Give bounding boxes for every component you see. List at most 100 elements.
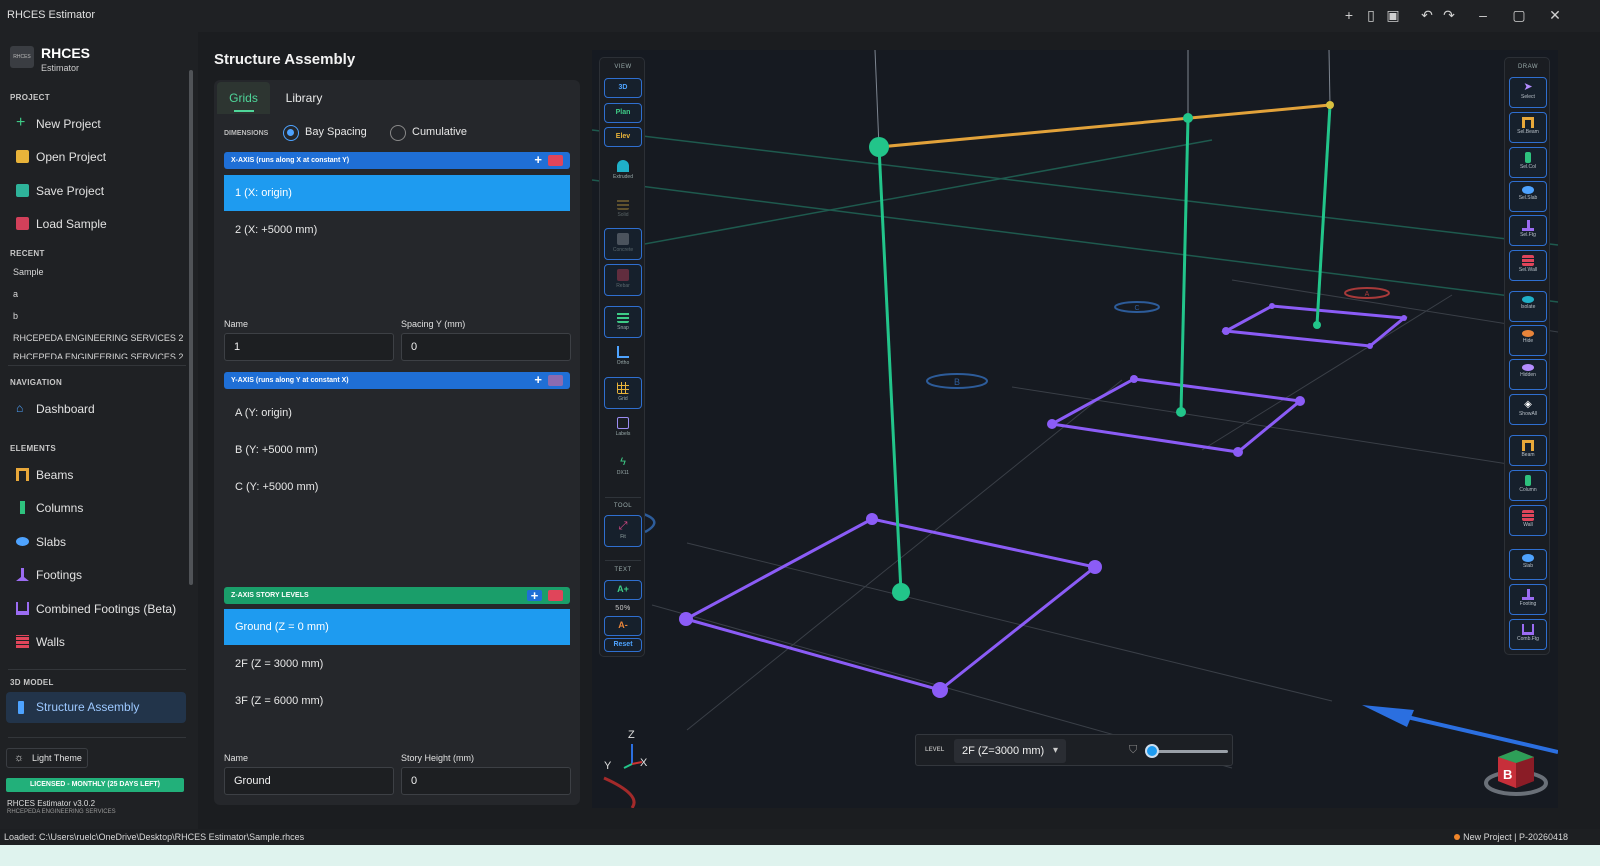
sidebar-item-columns[interactable]: Columns xyxy=(12,495,190,521)
columns[interactable] xyxy=(877,104,1332,593)
level-slider-handle[interactable] xyxy=(1145,744,1159,758)
tab-grids[interactable]: Grids xyxy=(217,82,270,114)
story-row[interactable]: 3F (Z = 6000 mm) xyxy=(224,683,570,719)
recent-item[interactable]: b xyxy=(13,311,183,321)
recent-item[interactable]: Sample xyxy=(13,267,183,277)
button-label: Select xyxy=(1521,94,1535,100)
recent-item[interactable]: RHCEPEDA ENGINEERING SERVICES 2-... xyxy=(13,333,183,343)
filter-icon[interactable]: ⛉ xyxy=(1129,744,1137,757)
draw-wall-button[interactable]: Wall xyxy=(1509,505,1547,536)
y-grid-row[interactable]: A (Y: origin) xyxy=(224,395,570,431)
y-grid-row[interactable]: C (Y: +5000 mm) xyxy=(224,469,570,505)
concrete-toggle[interactable]: Concrete xyxy=(604,228,642,260)
minimize-icon[interactable]: – xyxy=(1474,6,1492,24)
draw-combined-footing-button[interactable]: Comb.Ftg xyxy=(1509,619,1547,650)
sidebar-item-structure-assembly[interactable]: Structure Assembly xyxy=(6,692,186,723)
navigation-cube[interactable]: B xyxy=(1484,750,1548,796)
x-name-field[interactable]: 1 xyxy=(224,333,394,361)
recent-item[interactable]: RHCEPEDA ENGINEERING SERVICES 2... xyxy=(13,352,183,359)
ortho-toggle[interactable]: Ortho xyxy=(604,342,642,374)
story-name-field[interactable]: Ground xyxy=(224,767,394,795)
text-decrease-button[interactable]: A- xyxy=(604,616,642,636)
save-icon[interactable]: ▣ xyxy=(1384,6,1402,24)
hide-button[interactable]: Hide xyxy=(1509,325,1547,356)
extruded-toggle[interactable]: Extruded xyxy=(604,156,642,188)
select-column-button[interactable]: Sel.Col xyxy=(1509,147,1547,178)
recent-item[interactable]: a xyxy=(13,289,183,299)
sidebar-item-load-sample[interactable]: Load Sample xyxy=(12,211,190,237)
x-grid-row[interactable]: 1 (X: origin) xyxy=(224,175,570,211)
hidden-button[interactable]: Hidden xyxy=(1509,359,1547,390)
sidebar-item-dashboard[interactable]: ⌂ Dashboard xyxy=(12,396,190,422)
footings[interactable] xyxy=(682,304,1408,692)
select-button[interactable]: ➤ Select xyxy=(1509,77,1547,108)
sidebar-item-footings[interactable]: Footings xyxy=(12,562,190,588)
fit-button[interactable]: ⤢ Fit xyxy=(604,515,642,547)
view-plan-button[interactable]: Plan xyxy=(604,103,642,123)
3d-viewport[interactable]: B C A Z X Y B xyxy=(592,50,1558,808)
text-reset-button[interactable]: Reset xyxy=(604,638,642,652)
labels-toggle[interactable]: Labels xyxy=(604,413,642,445)
new-file-icon[interactable]: ▯ xyxy=(1362,6,1380,24)
dx11-toggle[interactable]: ϟ DX11 xyxy=(604,452,642,484)
view-3d-button[interactable]: 3D xyxy=(604,78,642,98)
select-footing-button[interactable]: Sel.Ftg xyxy=(1509,215,1547,246)
y-grid-row[interactable]: B (Y: +5000 mm) xyxy=(224,432,570,468)
isolate-button[interactable]: Isolate xyxy=(1509,291,1547,322)
nav-cube-face: B xyxy=(1503,767,1512,782)
sidebar-scrollbar[interactable] xyxy=(189,70,193,585)
sidebar-item-combined-footings[interactable]: Combined Footings (Beta) xyxy=(12,596,190,622)
show-all-button[interactable]: ◈ ShowAll xyxy=(1509,394,1547,425)
snap-toggle[interactable]: Snap xyxy=(604,306,642,338)
story-row[interactable]: Ground (Z = 0 mm) xyxy=(224,609,570,645)
add-y-grid-button[interactable]: + xyxy=(534,372,542,388)
model-canvas[interactable]: B C A Z X Y B xyxy=(592,50,1558,808)
draw-column-button[interactable]: Column xyxy=(1509,470,1547,501)
level-slider-track[interactable] xyxy=(1148,750,1228,753)
add-x-grid-button[interactable]: + xyxy=(534,152,542,168)
draw-footing-button[interactable]: Footing xyxy=(1509,584,1547,615)
brand-subtitle: Estimator xyxy=(41,63,80,73)
select-wall-button[interactable]: Sel.Wall xyxy=(1509,250,1547,281)
sidebar-item-save-project[interactable]: Save Project xyxy=(12,178,190,204)
sidebar-item-beams[interactable]: Beams xyxy=(12,462,190,488)
sidebar-item-new-project[interactable]: + New Project xyxy=(12,111,190,137)
draw-beam-button[interactable]: Beam xyxy=(1509,435,1547,466)
delete-x-grid-button[interactable] xyxy=(548,155,563,166)
level-dropdown[interactable]: 2F (Z=3000 mm) xyxy=(954,739,1066,763)
maximize-icon[interactable]: ▢ xyxy=(1510,6,1528,24)
light-theme-button[interactable]: ☼ Light Theme xyxy=(6,748,88,768)
sidebar-item-open-project[interactable]: Open Project xyxy=(12,144,190,170)
story-row[interactable]: 2F (Z = 3000 mm) xyxy=(224,646,570,682)
view-elev-button[interactable]: Elev xyxy=(604,127,642,147)
tab-library[interactable]: Library xyxy=(274,82,334,114)
delete-story-button[interactable] xyxy=(548,590,563,601)
text-increase-button[interactable]: A+ xyxy=(604,580,642,600)
sidebar-item-walls[interactable]: Walls xyxy=(12,629,190,655)
vertical-guides xyxy=(874,50,1331,148)
undo-icon[interactable]: ↶ xyxy=(1418,6,1436,24)
sidebar-item-slabs[interactable]: Slabs xyxy=(12,529,190,555)
toggle-label: Concrete xyxy=(612,247,634,253)
cumulative-radio[interactable] xyxy=(390,125,406,141)
divider xyxy=(8,737,186,738)
redo-icon[interactable]: ↷ xyxy=(1440,6,1458,24)
add-icon[interactable]: + xyxy=(1340,6,1358,24)
close-icon[interactable]: ✕ xyxy=(1546,6,1564,24)
beams[interactable] xyxy=(878,103,1331,149)
select-beam-button[interactable]: Sel.Beam xyxy=(1509,112,1547,143)
bay-spacing-radio[interactable] xyxy=(283,125,299,141)
add-story-button[interactable]: + xyxy=(527,589,542,602)
grid-toggle[interactable]: Grid xyxy=(604,377,642,409)
delete-y-grid-button[interactable] xyxy=(548,375,563,386)
x-grid-row[interactable]: 2 (X: +5000 mm) xyxy=(224,212,570,248)
select-slab-button[interactable]: Sel.Slab xyxy=(1509,181,1547,212)
draw-slab-button[interactable]: Slab xyxy=(1509,549,1547,580)
spacing-field[interactable]: 0 xyxy=(401,333,571,361)
column-nodes[interactable] xyxy=(869,113,1321,601)
solid-toggle[interactable]: Solid xyxy=(604,194,642,226)
story-height-field[interactable]: 0 xyxy=(401,767,571,795)
footing-nodes[interactable] xyxy=(679,303,1407,698)
rebar-toggle[interactable]: Rebar xyxy=(604,264,642,296)
beam-node[interactable] xyxy=(1326,101,1334,109)
